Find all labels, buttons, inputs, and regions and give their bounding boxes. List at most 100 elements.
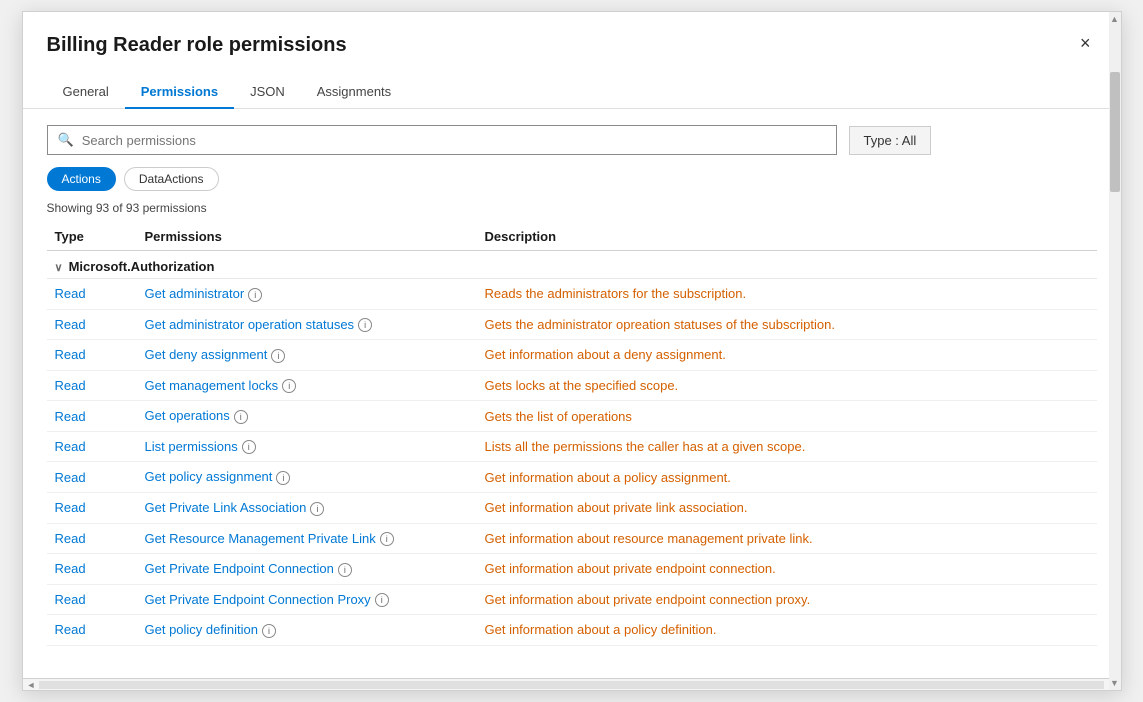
permission-link[interactable]: Get Private Link Association	[145, 500, 307, 515]
permission-link[interactable]: Get Private Endpoint Connection Proxy	[145, 592, 371, 607]
tab-permissions[interactable]: Permissions	[125, 76, 234, 109]
table-row: Read Get policy assignmenti Get informat…	[47, 462, 1097, 493]
cell-type: Read	[47, 370, 137, 401]
search-input[interactable]	[82, 133, 826, 148]
table-row: Read Get management locksi Gets locks at…	[47, 370, 1097, 401]
permission-link[interactable]: List permissions	[145, 439, 238, 454]
description-text: Reads the administrators for the subscri…	[485, 286, 747, 301]
info-icon[interactable]: i	[380, 532, 394, 546]
info-icon[interactable]: i	[310, 502, 324, 516]
permission-link[interactable]: Get Private Endpoint Connection	[145, 561, 334, 576]
cell-permission: Get management locksi	[137, 370, 477, 401]
table-row: Read List permissionsi Lists all the per…	[47, 431, 1097, 462]
cell-permission: Get Private Endpoint Connection Proxy i	[137, 584, 477, 615]
scroll-up-arrow[interactable]: ▲	[1109, 14, 1121, 24]
permission-link[interactable]: Get deny assignment	[145, 347, 268, 362]
description-text: Get information about private endpoint c…	[485, 592, 811, 607]
vertical-scrollbar[interactable]: ▲ ▼	[1109, 12, 1121, 690]
permission-link[interactable]: Get administrator	[145, 286, 245, 301]
tabs-row: General Permissions JSON Assignments	[23, 68, 1121, 109]
table-row: Read Get Resource Management Private Lin…	[47, 523, 1097, 554]
info-icon[interactable]: i	[338, 563, 352, 577]
description-text: Get information about a deny assignment.	[485, 347, 726, 362]
info-icon[interactable]: i	[276, 471, 290, 485]
close-button[interactable]: ×	[1074, 32, 1097, 54]
description-text: Gets locks at the specified scope.	[485, 378, 679, 393]
type-value: Read	[55, 286, 86, 301]
cell-type: Read	[47, 462, 137, 493]
search-type-row: 🔍 Type : All	[47, 125, 1097, 155]
cell-permission: Get policy assignmenti	[137, 462, 477, 493]
type-value: Read	[55, 500, 86, 515]
permission-link[interactable]: Get administrator operation statuses	[145, 317, 355, 332]
description-text: Gets the list of operations	[485, 409, 632, 424]
scroll-down-arrow[interactable]: ▼	[1109, 678, 1121, 688]
cell-description: Get information about private link assoc…	[477, 492, 1097, 523]
cell-type: Read	[47, 615, 137, 646]
horizontal-scrollbar[interactable]: ◄ ►	[23, 678, 1121, 690]
scroll-left-arrow[interactable]: ◄	[23, 680, 40, 690]
cell-type: Read	[47, 554, 137, 585]
info-icon[interactable]: i	[234, 410, 248, 424]
table-row: Read Get Private Endpoint Connection Pro…	[47, 584, 1097, 615]
type-value: Read	[55, 561, 86, 576]
type-value: Read	[55, 531, 86, 546]
table-row: Read Get administrator operation statuse…	[47, 309, 1097, 340]
dialog-title: Billing Reader role permissions	[47, 32, 347, 58]
type-value: Read	[55, 622, 86, 637]
cell-permission: Get administratori	[137, 279, 477, 310]
permission-link[interactable]: Get policy assignment	[145, 469, 273, 484]
dialog-header: Billing Reader role permissions ×	[23, 12, 1121, 68]
cell-type: Read	[47, 309, 137, 340]
cell-description: Get information about a policy definitio…	[477, 615, 1097, 646]
search-box: 🔍	[47, 125, 837, 155]
pill-dataactions[interactable]: DataActions	[124, 167, 219, 191]
type-button[interactable]: Type : All	[849, 126, 932, 155]
cell-permission: Get Resource Management Private Link i	[137, 523, 477, 554]
description-text: Get information about a policy assignmen…	[485, 470, 731, 485]
permission-link[interactable]: Get Resource Management Private Link	[145, 531, 376, 546]
cell-type: Read	[47, 584, 137, 615]
showing-count: Showing 93 of 93 permissions	[47, 201, 1097, 215]
horizontal-scrollbar-thumb[interactable]	[39, 681, 1103, 689]
scrollbar-thumb[interactable]	[1110, 72, 1120, 192]
col-header-type: Type	[47, 223, 137, 251]
pill-actions[interactable]: Actions	[47, 167, 116, 191]
permission-link[interactable]: Get management locks	[145, 378, 279, 393]
table-container[interactable]: Type Permissions Description ∨Microsoft.…	[47, 223, 1097, 662]
info-icon[interactable]: i	[271, 349, 285, 363]
info-icon[interactable]: i	[375, 593, 389, 607]
info-icon[interactable]: i	[282, 379, 296, 393]
cell-type: Read	[47, 492, 137, 523]
cell-type: Read	[47, 279, 137, 310]
info-icon[interactable]: i	[242, 440, 256, 454]
info-icon[interactable]: i	[248, 288, 262, 302]
tab-general[interactable]: General	[47, 76, 125, 109]
type-value: Read	[55, 592, 86, 607]
cell-description: Gets the administrator opreation statuse…	[477, 309, 1097, 340]
info-icon[interactable]: i	[358, 318, 372, 332]
description-text: Get information about private endpoint c…	[485, 561, 776, 576]
cell-type: Read	[47, 401, 137, 432]
search-icon: 🔍	[58, 132, 74, 148]
table-body: ∨Microsoft.Authorization Read Get admini…	[47, 251, 1097, 646]
cell-description: Get information about a deny assignment.	[477, 340, 1097, 371]
table-row: Read Get Private Endpoint Connection i Ge…	[47, 554, 1097, 585]
info-icon[interactable]: i	[262, 624, 276, 638]
tab-assignments[interactable]: Assignments	[301, 76, 407, 109]
tab-json[interactable]: JSON	[234, 76, 301, 109]
type-value: Read	[55, 317, 86, 332]
cell-description: Get information about a policy assignmen…	[477, 462, 1097, 493]
cell-description: Get information about private endpoint c…	[477, 584, 1097, 615]
permission-link[interactable]: Get operations	[145, 408, 230, 423]
table-row: Read Get policy definition i Get informat…	[47, 615, 1097, 646]
cell-type: Read	[47, 431, 137, 462]
permission-link[interactable]: Get policy definition	[145, 622, 258, 637]
description-text: Get information about resource managemen…	[485, 531, 813, 546]
cell-permission: List permissions i	[137, 431, 477, 462]
type-value: Read	[55, 378, 86, 393]
cell-permission: Get deny assignmenti	[137, 340, 477, 371]
table-group-row[interactable]: ∨Microsoft.Authorization	[47, 251, 1097, 279]
table-row: Read Get deny assignmenti Get informatio…	[47, 340, 1097, 371]
description-text: Get information about private link assoc…	[485, 500, 748, 515]
